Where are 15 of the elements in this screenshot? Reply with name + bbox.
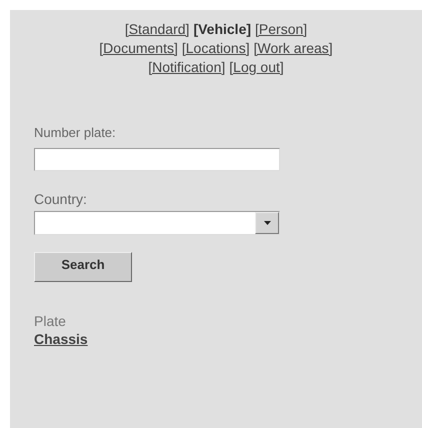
nav-link[interactable]: [Work areas] <box>254 39 333 58</box>
nav-link[interactable]: [Documents] <box>99 39 178 58</box>
country-dropdown[interactable] <box>34 211 280 235</box>
nav-link[interactable]: [Log out] <box>229 58 284 77</box>
nav-link[interactable]: [Notification] <box>148 58 226 77</box>
search-mode-link[interactable]: Chassis <box>34 330 88 348</box>
field-label: Number plate: <box>34 125 116 140</box>
nav-link[interactable]: [Vehicle] <box>193 20 252 39</box>
number-plate-field[interactable] <box>34 148 280 171</box>
dropdown-arrow-icon <box>264 221 270 225</box>
field-label: Country: <box>34 191 87 207</box>
nav-link[interactable]: [Locations] <box>182 39 250 58</box>
nav-link[interactable]: [Standard] <box>124 20 190 39</box>
nav-link[interactable]: [Person] <box>255 20 308 39</box>
search-button[interactable]: Search <box>34 252 132 282</box>
